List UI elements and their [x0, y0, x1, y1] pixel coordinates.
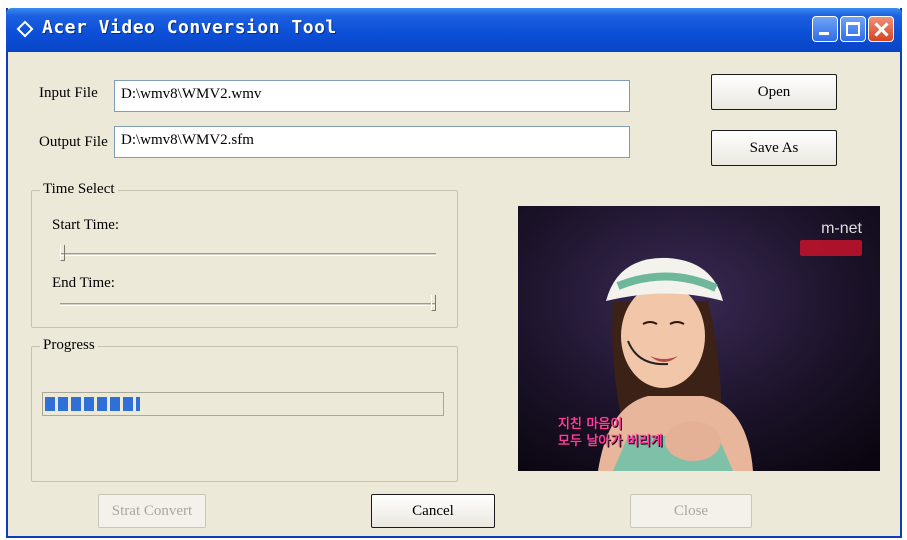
- title-bar[interactable]: Acer Video Conversion Tool: [6, 8, 902, 52]
- save-as-button[interactable]: Save As: [711, 130, 837, 166]
- subtitle-line-1: 지친 마음이: [558, 417, 623, 432]
- time-select-title: Time Select: [40, 181, 118, 198]
- start-time-slider-thumb[interactable]: [60, 245, 65, 261]
- input-file-label: Input File: [39, 85, 98, 101]
- time-select-group: Time Select Start Time: End Time:: [31, 181, 458, 328]
- start-convert-button[interactable]: Strat Convert: [98, 494, 206, 528]
- progress-title: Progress: [40, 337, 98, 354]
- output-file-label: Output File: [39, 134, 108, 150]
- subtitle-caption: 지친 마음이 모두 날아가 버리게: [558, 416, 663, 450]
- maximize-button[interactable]: [840, 16, 866, 42]
- close-button[interactable]: Close: [630, 494, 752, 528]
- end-time-slider[interactable]: [60, 303, 436, 306]
- start-time-slider[interactable]: [60, 253, 436, 256]
- app-icon: [16, 20, 34, 38]
- cancel-button[interactable]: Cancel: [371, 494, 495, 528]
- window-title: Acer Video Conversion Tool: [42, 17, 337, 38]
- minimize-button[interactable]: [812, 16, 838, 42]
- channel-logo-text: m-net: [821, 220, 862, 237]
- app-window: Acer Video Conversion Tool Input File D:…: [6, 8, 902, 538]
- start-time-label: Start Time:: [52, 217, 120, 233]
- output-file-field[interactable]: D:\wmv8\WMV2.sfm: [114, 126, 630, 158]
- open-button[interactable]: Open: [711, 74, 837, 110]
- progress-group: Progress: [31, 337, 458, 482]
- channel-logo-banner: [800, 240, 862, 256]
- input-file-field[interactable]: D:\wmv8\WMV2.wmv: [114, 80, 630, 112]
- close-window-button[interactable]: [868, 16, 894, 42]
- video-preview: m-net 지친 마음이 모두 날아가 버리게: [518, 206, 880, 471]
- channel-logo: m-net: [800, 220, 862, 256]
- end-time-label: End Time:: [52, 275, 115, 291]
- progress-bar: [42, 392, 444, 416]
- progress-bar-fill: [45, 397, 140, 411]
- end-time-slider-thumb[interactable]: [431, 295, 436, 311]
- subtitle-line-2: 모두 날아가 버리게: [558, 434, 663, 449]
